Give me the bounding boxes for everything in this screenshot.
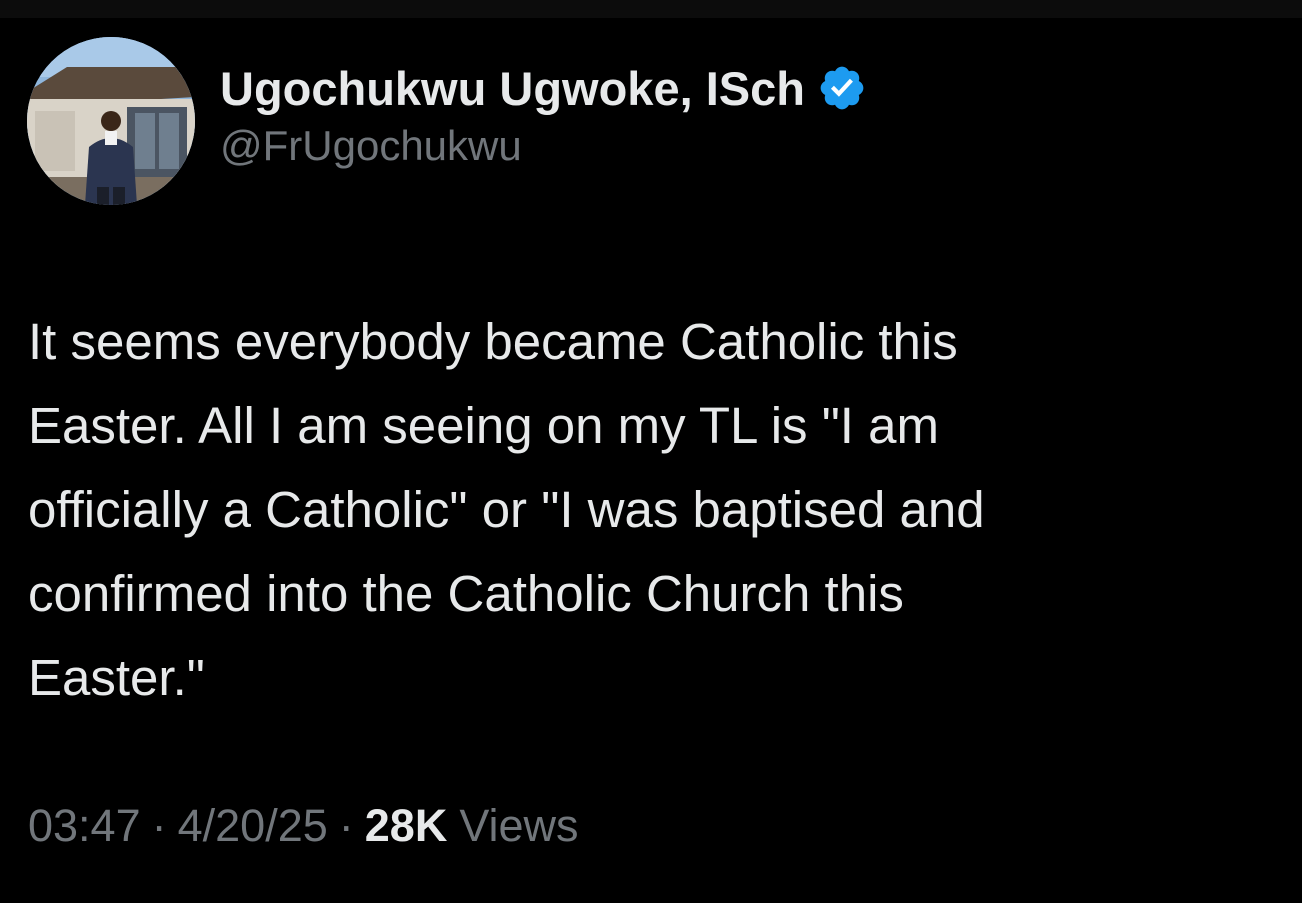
tweet-time[interactable]: 03:47: [28, 800, 141, 852]
tweet-card: Ugochukwu Ugwoke, ISch @FrUgochukwu It s…: [0, 0, 1302, 903]
display-name[interactable]: Ugochukwu Ugwoke, ISch: [220, 61, 805, 116]
avatar[interactable]: [27, 37, 195, 205]
tweet-meta: 03:47 · 4/20/25 · 28K Views: [28, 800, 579, 852]
name-row: Ugochukwu Ugwoke, ISch: [220, 58, 867, 118]
views-label[interactable]: Views: [459, 800, 578, 852]
verified-badge-icon[interactable]: [817, 63, 867, 113]
user-handle[interactable]: @FrUgochukwu: [220, 122, 867, 170]
tweet-text: It seems everybody became Catholic this …: [28, 313, 985, 706]
author-block: Ugochukwu Ugwoke, ISch @FrUgochukwu: [220, 58, 867, 170]
meta-separator: ·: [338, 800, 354, 851]
meta-separator: ·: [151, 800, 167, 851]
views-count[interactable]: 28K: [365, 800, 448, 852]
avatar-photo: [27, 37, 195, 205]
tweet-date[interactable]: 4/20/25: [178, 800, 328, 852]
